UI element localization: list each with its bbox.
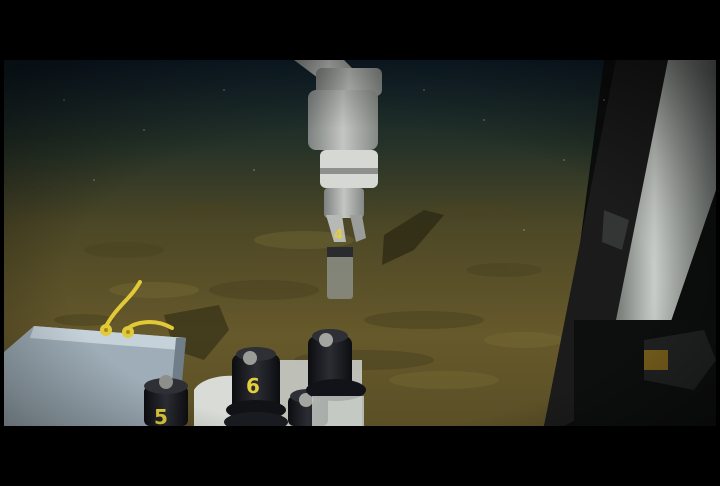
seafloor-scene: 4 bbox=[4, 60, 716, 426]
seafloor-image: 4 bbox=[4, 60, 716, 426]
video-frame: 4 bbox=[0, 0, 720, 486]
vignette bbox=[4, 60, 716, 426]
